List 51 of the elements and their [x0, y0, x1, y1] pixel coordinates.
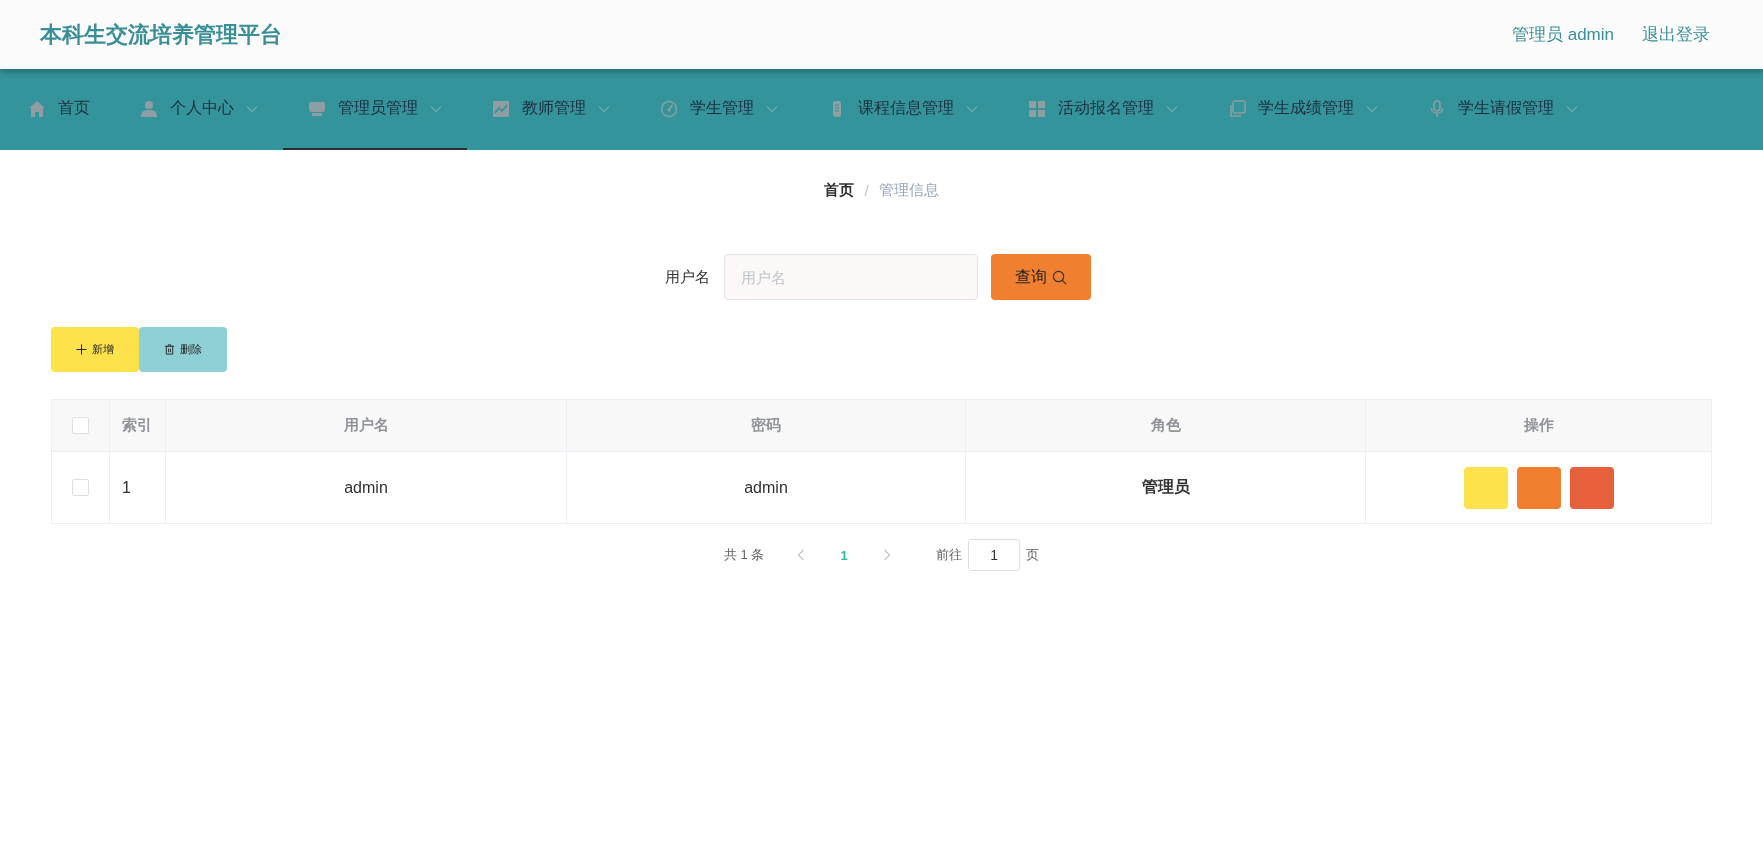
- column-header: 角色: [1150, 416, 1181, 435]
- column-header: 索引: [122, 416, 152, 435]
- table-cell-text: 管理员: [1141, 477, 1190, 497]
- nav-menu-item[interactable]: 管理员管理: [283, 69, 467, 150]
- user-name-link[interactable]: 管理员 admin: [1511, 23, 1614, 46]
- search-icon: [1052, 269, 1067, 285]
- plus-icon: [76, 344, 87, 355]
- nav-menu-item[interactable]: 活动报名管理: [1003, 69, 1203, 150]
- page-number[interactable]: 1: [832, 547, 857, 563]
- monitor-icon: [308, 99, 326, 118]
- row-checkbox[interactable]: [72, 479, 89, 496]
- gauge-icon: [660, 99, 678, 118]
- total-count: 共 1 条: [723, 546, 765, 564]
- row-action-button[interactable]: [1516, 466, 1561, 509]
- breadcrumb-link[interactable]: 首页: [824, 180, 855, 200]
- nav-menu-item[interactable]: 个人中心: [115, 69, 283, 150]
- nav-menu-item[interactable]: 学生成绩管理: [1203, 69, 1403, 150]
- table-cell: admin: [344, 478, 388, 497]
- column-header: 密码: [751, 416, 781, 435]
- page-unit-label: 页: [1026, 546, 1040, 564]
- select-all-checkbox[interactable]: [72, 417, 89, 434]
- username-input-field[interactable]: 用户名: [724, 254, 978, 300]
- username-label: 用户名: [665, 267, 710, 287]
- nav-menu-item[interactable]: 学生请假管理: [1403, 69, 1603, 150]
- nav-menu-item[interactable]: 课程信息管理: [803, 69, 1003, 150]
- grid-icon: [1028, 99, 1046, 118]
- add-button[interactable]: 新增: [51, 327, 139, 372]
- chart-icon: [492, 99, 510, 118]
- trash-icon: [164, 344, 175, 355]
- page-input-field[interactable]: 1: [968, 539, 1021, 571]
- nav-menu-item[interactable]: 教师管理: [467, 69, 635, 150]
- search-button[interactable]: 查询: [991, 254, 1091, 300]
- nav-menu-item[interactable]: 学生管理: [635, 69, 803, 150]
- delete-button[interactable]: 删除: [139, 327, 227, 372]
- nav-menu-item[interactable]: 首页: [3, 69, 115, 150]
- column-header: 操作: [1523, 416, 1554, 435]
- home-icon: [28, 99, 46, 118]
- breadcrumb-current: 管理信息: [878, 180, 939, 200]
- logout-link[interactable]: 退出登录: [1642, 23, 1710, 46]
- table-cell: admin: [744, 478, 788, 497]
- app-title: 本科生交流培养管理平台: [40, 20, 282, 49]
- goto-label: 前往: [936, 546, 963, 564]
- column-header: 用户名: [343, 416, 389, 435]
- row-action-button[interactable]: [1569, 466, 1614, 509]
- user-icon: [140, 99, 158, 118]
- chevron-left-icon[interactable]: [797, 549, 806, 561]
- copy-icon: [1228, 99, 1246, 118]
- table-cell: 1: [122, 478, 131, 497]
- chevron-right-icon[interactable]: [883, 549, 892, 561]
- breadcrumb-separator: /: [864, 181, 869, 199]
- microphone-icon: [1428, 99, 1446, 118]
